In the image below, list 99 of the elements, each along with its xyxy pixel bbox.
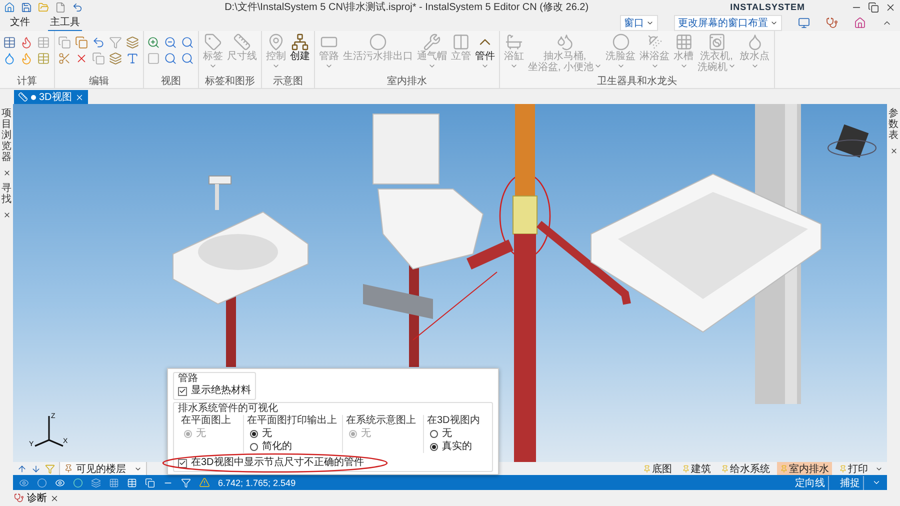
view-cube-icon bbox=[828, 124, 876, 158]
layers-icon[interactable] bbox=[109, 52, 122, 65]
radio-dot[interactable] bbox=[430, 443, 438, 451]
group-label: 计算 bbox=[16, 76, 38, 88]
eye-icon[interactable] bbox=[19, 478, 29, 488]
group-title: 排水系统管件的可视化 bbox=[178, 403, 279, 414]
side-panel-tab[interactable]: 参数表 bbox=[888, 108, 898, 141]
ruler-icon bbox=[18, 92, 28, 102]
group-label: 视图 bbox=[160, 76, 182, 88]
group-label: 示意图 bbox=[272, 76, 304, 88]
copy-icon[interactable] bbox=[145, 478, 155, 488]
wrong-size-checkbox[interactable]: 在3D视图中显示节点尺寸不正确的管件 bbox=[178, 457, 488, 469]
tab-label: 3D视图 bbox=[39, 90, 72, 104]
group-title: 管路 bbox=[178, 373, 199, 385]
pin-icon bbox=[267, 33, 285, 51]
ribbon-button[interactable]: 创建 bbox=[289, 33, 311, 62]
radio-option[interactable]: 无 bbox=[427, 428, 485, 440]
close-icon[interactable] bbox=[885, 2, 896, 12]
select-value: 可见的楼层 bbox=[76, 462, 126, 476]
zoom-out-icon[interactable] bbox=[164, 36, 177, 49]
ball-icon bbox=[369, 33, 387, 51]
close-icon[interactable] bbox=[2, 169, 10, 177]
brand-logo: INSTALSYSTEM bbox=[730, 2, 805, 12]
window-dropdown[interactable]: 更改屏幕的窗口布置 bbox=[674, 14, 782, 30]
checkbox-label: 显示绝热材料 bbox=[191, 385, 251, 397]
ribbon-button[interactable]: 管件 bbox=[474, 33, 496, 70]
down-arrow-icon[interactable] bbox=[31, 464, 41, 474]
undo-icon[interactable] bbox=[92, 36, 105, 49]
column-heading: 在系统示意图上 bbox=[346, 415, 417, 427]
checkbox-box[interactable] bbox=[178, 386, 187, 396]
search-icon[interactable] bbox=[181, 36, 194, 49]
checkbox-label: 在3D视图中显示节点尺寸不正确的管件 bbox=[191, 457, 364, 469]
column-heading: 在3D视图内 bbox=[427, 415, 481, 427]
grid-icon[interactable] bbox=[109, 478, 119, 488]
app-icon[interactable] bbox=[4, 2, 15, 12]
radio-option[interactable]: 真实的 bbox=[427, 441, 485, 453]
window-dropdown[interactable]: 窗口 bbox=[620, 14, 658, 30]
delete-icon[interactable] bbox=[75, 52, 88, 65]
branch-pipe-drawing bbox=[466, 240, 514, 270]
ruler-icon bbox=[233, 33, 251, 51]
side-panel-tab[interactable]: 寻找 bbox=[2, 183, 12, 205]
column-heading: 在平面图上 bbox=[181, 415, 232, 427]
shower-icon bbox=[646, 33, 664, 51]
table-icon[interactable] bbox=[3, 36, 16, 49]
layer-tag[interactable]: 底图 bbox=[640, 462, 675, 476]
side-panel-tab[interactable]: 项目浏览器 bbox=[2, 108, 12, 163]
copy-icon[interactable] bbox=[75, 36, 88, 49]
droplet-icon[interactable] bbox=[3, 52, 16, 65]
search-icon[interactable] bbox=[181, 52, 194, 65]
dot-icon[interactable] bbox=[37, 478, 47, 488]
mode-toggle[interactable]: 捕捉 bbox=[837, 476, 864, 490]
monitor-icon[interactable] bbox=[798, 16, 810, 28]
search-icon[interactable] bbox=[164, 52, 177, 65]
dropdown-label: 更改屏幕的窗口布置 bbox=[678, 16, 768, 30]
document-tab[interactable]: 3D视图 bbox=[14, 90, 88, 104]
close-icon[interactable] bbox=[50, 494, 59, 502]
radio-dot[interactable] bbox=[250, 443, 258, 451]
tag-icon bbox=[204, 33, 222, 51]
window-title: D:\文件\InstalSystem 5 CN\排水测试.isproj* - InstalSystem 5 Editor CN (修改 26.2) bbox=[224, 0, 590, 14]
panel-tab[interactable]: 诊断 bbox=[27, 491, 47, 505]
washing-machine-icon bbox=[708, 33, 726, 51]
radio-dot[interactable] bbox=[430, 430, 438, 438]
group-label: 室内排水 bbox=[386, 76, 428, 88]
undo-icon[interactable] bbox=[72, 2, 83, 12]
radio-option[interactable]: 简化的 bbox=[247, 441, 339, 453]
save-icon[interactable] bbox=[21, 2, 32, 12]
menu-tab[interactable]: 文件 bbox=[8, 14, 32, 32]
column-heading: 在平面图打印输出上 bbox=[247, 415, 338, 427]
layer-tag[interactable]: 室内排水 bbox=[777, 462, 832, 476]
checkbox-box[interactable] bbox=[178, 458, 187, 468]
layer-tag[interactable]: 打印 bbox=[836, 462, 871, 476]
close-icon[interactable] bbox=[2, 211, 10, 219]
layers-icon[interactable] bbox=[91, 478, 101, 488]
coordinates-text: 6.742; 1.765; 2.549 bbox=[218, 478, 296, 488]
home-icon[interactable] bbox=[854, 16, 866, 28]
group-label: 标签和图形 bbox=[204, 76, 256, 88]
new-file-icon[interactable] bbox=[55, 2, 66, 12]
dropdown-label: 窗口 bbox=[624, 16, 644, 30]
network-icon bbox=[291, 33, 309, 51]
radio-dot[interactable] bbox=[250, 430, 258, 438]
group-label: 卫生器具和水龙头 bbox=[596, 76, 678, 88]
mode-toggle[interactable]: 定向线 bbox=[792, 476, 829, 490]
group-label: 编辑 bbox=[88, 76, 110, 88]
close-icon[interactable] bbox=[74, 92, 84, 102]
restore-icon[interactable] bbox=[868, 2, 879, 12]
text-icon[interactable] bbox=[126, 52, 139, 65]
insulation-checkbox[interactable]: 显示绝热材料 bbox=[178, 385, 251, 397]
close-icon[interactable] bbox=[890, 147, 898, 155]
scissors-icon[interactable] bbox=[58, 52, 71, 65]
up-arrow-icon[interactable] bbox=[17, 464, 27, 474]
radio-option[interactable]: 无 bbox=[247, 428, 339, 440]
table-icon[interactable] bbox=[37, 52, 50, 65]
flame-icon[interactable] bbox=[20, 36, 33, 49]
layer-tag[interactable]: 给水系统 bbox=[718, 462, 773, 476]
warning-icon bbox=[199, 477, 210, 488]
bathtub-icon bbox=[505, 33, 523, 51]
layer-tag[interactable]: 建筑 bbox=[679, 462, 714, 476]
layers-icon[interactable] bbox=[126, 36, 139, 49]
zoom-in-icon[interactable] bbox=[147, 36, 160, 49]
